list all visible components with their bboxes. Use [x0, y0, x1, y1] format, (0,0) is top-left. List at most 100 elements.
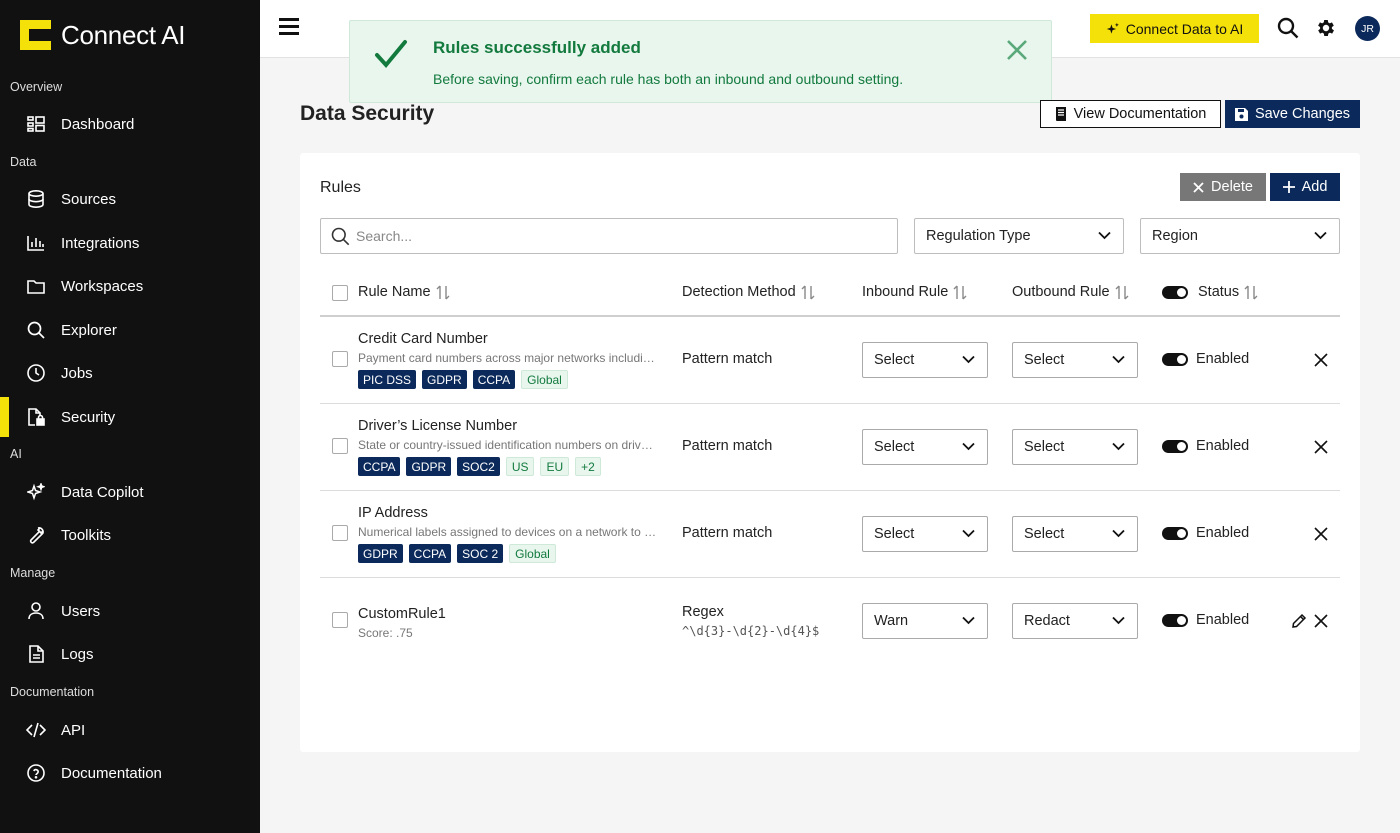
inbound-rule-select[interactable]: Warn: [862, 603, 988, 639]
column-header-status[interactable]: Status: [1198, 284, 1258, 300]
sidebar-item-toolkits[interactable]: Toolkits: [0, 515, 260, 555]
chevron-down-icon: [1314, 231, 1327, 240]
inbound-rule-select[interactable]: Select: [862, 429, 988, 465]
status-toggle-all[interactable]: [1162, 286, 1188, 299]
status-toggle[interactable]: [1162, 614, 1188, 627]
sidebar-item-label: Documentation: [61, 764, 162, 782]
detection-method: Pattern match: [682, 438, 773, 454]
sparkle-icon: [1106, 22, 1119, 34]
help-circle-icon: [26, 763, 46, 783]
sidebar-item-integrations[interactable]: Integrations: [0, 223, 260, 263]
sparkle-icon: [26, 482, 46, 502]
nav-section-ai: AI: [10, 447, 22, 461]
add-rule-button[interactable]: Add: [1270, 173, 1340, 201]
close-icon: [1193, 181, 1204, 193]
column-header-inbound-rule[interactable]: Inbound Rule: [862, 284, 967, 300]
remove-row-icon[interactable]: [1313, 439, 1329, 455]
column-header-rule-name[interactable]: Rule Name: [358, 284, 450, 300]
chevron-down-icon: [1112, 442, 1125, 451]
success-toast: Rules successfully added Before saving, …: [349, 20, 1052, 103]
gear-icon[interactable]: [1315, 17, 1337, 39]
search-icon[interactable]: [1277, 17, 1299, 39]
brand-name: Connect AI: [61, 19, 186, 50]
rule-tags: GDPR CCPA SOC 2 Global: [358, 544, 556, 563]
outbound-rule-select[interactable]: Select: [1012, 429, 1138, 465]
save-changes-button[interactable]: Save Changes: [1225, 100, 1360, 128]
outbound-rule-select[interactable]: Redact: [1012, 603, 1138, 639]
sidebar-item-dashboard[interactable]: Dashboard: [0, 104, 260, 144]
sort-icon: [436, 285, 450, 299]
sidebar-item-explorer[interactable]: Explorer: [0, 310, 260, 350]
regulation-tag: CCPA: [358, 457, 401, 476]
remove-row-icon[interactable]: [1313, 352, 1329, 368]
sort-icon: [1115, 285, 1129, 299]
connect-logo-icon: [20, 20, 51, 50]
search-input[interactable]: [356, 219, 886, 253]
inbound-rule-select[interactable]: Select: [862, 342, 988, 378]
rule-name: Driver’s License Number: [358, 418, 518, 434]
row-checkbox[interactable]: [332, 612, 348, 628]
code-icon: [26, 720, 46, 740]
sidebar-item-label: Sources: [61, 190, 117, 208]
status-toggle[interactable]: [1162, 353, 1188, 366]
region-select[interactable]: Region: [1140, 218, 1340, 254]
outbound-rule-select[interactable]: Select: [1012, 516, 1138, 552]
column-label: Status: [1198, 284, 1240, 300]
select-all-checkbox[interactable]: [332, 285, 348, 301]
header-divider: [320, 315, 1340, 317]
outbound-rule-value: Select: [1024, 352, 1065, 368]
sidebar-item-jobs[interactable]: Jobs: [0, 353, 260, 393]
chevron-down-icon: [962, 442, 975, 451]
sidebar-item-security[interactable]: Security: [0, 397, 260, 437]
row-checkbox[interactable]: [332, 525, 348, 541]
rule-description: Numerical labels assigned to devices on …: [358, 525, 658, 539]
sidebar-item-label: Dashboard: [61, 115, 135, 133]
sidebar-item-documentation[interactable]: Documentation: [0, 753, 260, 793]
sidebar-item-logs[interactable]: Logs: [0, 634, 260, 674]
region-tag: EU: [540, 457, 570, 476]
regulation-type-select[interactable]: Regulation Type: [914, 218, 1124, 254]
view-documentation-button[interactable]: View Documentation: [1040, 100, 1221, 128]
status-toggle[interactable]: [1162, 527, 1188, 540]
row-checkbox[interactable]: [332, 438, 348, 454]
status-label: Enabled: [1196, 438, 1250, 454]
outbound-rule-value: Select: [1024, 439, 1065, 455]
sidebar-item-label: Logs: [61, 645, 94, 663]
outbound-rule-select[interactable]: Select: [1012, 342, 1138, 378]
sidebar-item-data-copilot[interactable]: Data Copilot: [0, 472, 260, 512]
brand-logo[interactable]: Connect AI: [20, 19, 186, 50]
status-toggle[interactable]: [1162, 440, 1188, 453]
menu-icon[interactable]: [279, 18, 301, 38]
sidebar: Connect AI Overview Dashboard Data Sourc…: [0, 0, 260, 833]
wrench-icon: [26, 525, 46, 545]
sort-icon: [953, 285, 967, 299]
folder-icon: [26, 276, 46, 296]
remove-row-icon[interactable]: [1313, 526, 1329, 542]
edit-pencil-icon[interactable]: [1291, 613, 1307, 629]
save-icon: [1234, 107, 1248, 121]
close-icon[interactable]: [1005, 38, 1029, 62]
book-icon: [1055, 107, 1066, 121]
row-checkbox[interactable]: [332, 351, 348, 367]
inbound-rule-value: Select: [874, 439, 915, 455]
delete-label: Delete: [1211, 179, 1253, 195]
inbound-rule-select[interactable]: Select: [862, 516, 988, 552]
rule-name: CustomRule1: [358, 606, 446, 622]
remove-row-icon[interactable]: [1313, 613, 1329, 629]
sidebar-item-sources[interactable]: Sources: [0, 179, 260, 219]
column-header-detection-method[interactable]: Detection Method: [682, 284, 815, 300]
column-header-outbound-rule[interactable]: Outbound Rule: [1012, 284, 1129, 300]
avatar[interactable]: JR: [1355, 16, 1380, 41]
regulation-tag: SOC 2: [457, 544, 504, 563]
delete-button[interactable]: Delete: [1180, 173, 1266, 201]
connect-data-button[interactable]: Connect Data to AI: [1090, 14, 1259, 43]
add-label: Add: [1301, 179, 1328, 195]
dashboard-icon: [26, 114, 46, 134]
sidebar-item-workspaces[interactable]: Workspaces: [0, 266, 260, 306]
plus-icon: [1282, 181, 1295, 193]
sidebar-item-label: Workspaces: [61, 277, 144, 295]
more-tags-badge[interactable]: +2: [575, 457, 601, 476]
sidebar-item-users[interactable]: Users: [0, 591, 260, 631]
sidebar-item-api[interactable]: API: [0, 710, 260, 750]
clock-icon: [26, 363, 46, 383]
